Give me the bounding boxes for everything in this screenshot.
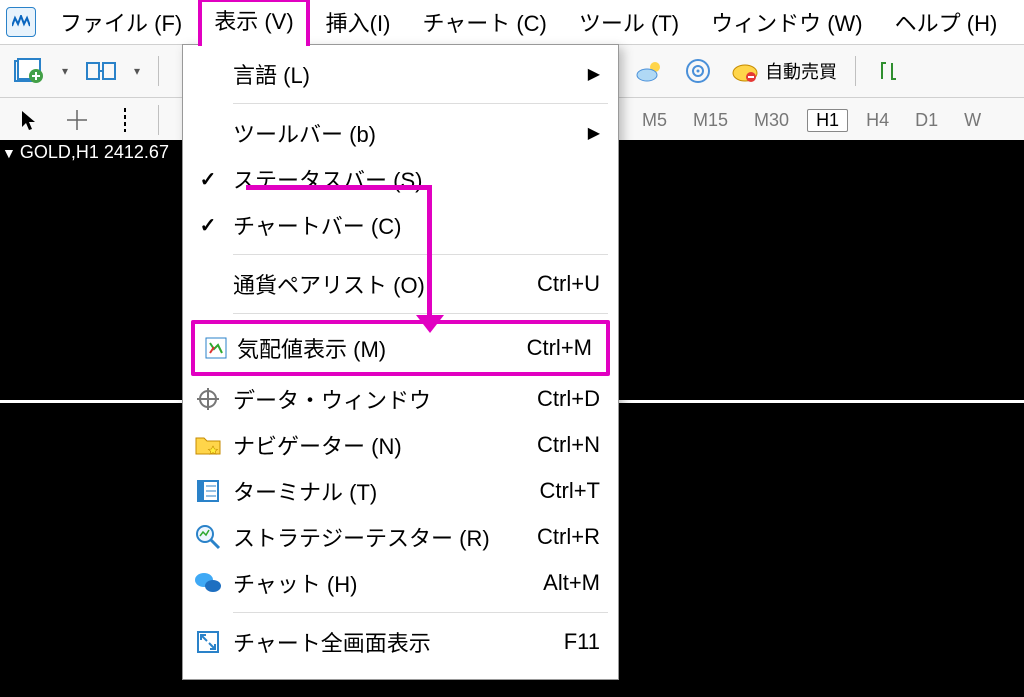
new-chart-dropdown-icon[interactable]: ▾ — [58, 64, 72, 78]
menu-item-fullscreen[interactable]: チャート全画面表示 F11 — [183, 619, 618, 665]
menu-item-chartbar[interactable]: チャートバー (C) — [183, 202, 618, 248]
autotrade-label: 自動売買 — [765, 58, 837, 84]
menu-item-label: ステータスバー (S) — [233, 163, 600, 195]
menu-item-toolbars[interactable]: ツールバー (b) ▶ — [183, 110, 618, 156]
autotrade-button[interactable]: 自動売買 — [727, 54, 841, 88]
menu-item-shortcut: Ctrl+T — [540, 478, 601, 504]
menu-item-terminal[interactable]: ターミナル (T) Ctrl+T — [183, 468, 618, 514]
profiles-dropdown-icon[interactable]: ▾ — [130, 64, 144, 78]
magnifier-chart-icon — [183, 524, 233, 550]
timeframe-d1[interactable]: D1 — [907, 110, 946, 131]
submenu-arrow-icon: ▶ — [582, 123, 600, 143]
menu-item-label: ターミナル (T) — [233, 475, 540, 507]
timeframe-m5[interactable]: M5 — [634, 110, 675, 131]
crosshair-icon — [183, 387, 233, 411]
fullscreen-icon — [183, 630, 233, 654]
crosshair-button[interactable] — [58, 103, 96, 137]
check-icon — [183, 213, 233, 238]
menu-item-label: チャート全画面表示 — [233, 626, 564, 658]
timeframe-w1[interactable]: W — [956, 110, 989, 131]
annotation-arrowhead-icon — [416, 315, 444, 333]
menu-help[interactable]: ヘルプ (H) — [879, 2, 1014, 42]
menu-item-label: データ・ウィンドウ — [233, 383, 537, 415]
menu-item-strategy-tester[interactable]: ストラテジーテスター (R) Ctrl+R — [183, 514, 618, 560]
menu-view[interactable]: 表示 (V) — [198, 0, 309, 46]
cursor-button[interactable] — [10, 103, 48, 137]
menu-item-label: ツールバー (b) — [233, 117, 582, 149]
timeframe-m30[interactable]: M30 — [746, 110, 797, 131]
menu-item-shortcut: F11 — [564, 629, 600, 655]
menu-item-market-watch[interactable]: 気配値表示 (M) Ctrl+M — [191, 320, 610, 376]
menu-item-statusbar[interactable]: ステータスバー (S) — [183, 156, 618, 202]
menu-item-label: ナビゲーター (N) — [233, 429, 537, 461]
main-menu-bar: ファイル (F) 表示 (V) 挿入(I) チャート (C) ツール (T) ウ… — [0, 0, 1024, 45]
speech-bubbles-icon — [183, 571, 233, 595]
menu-item-language[interactable]: 言語 (L) ▶ — [183, 51, 618, 97]
annotation-line — [246, 185, 432, 190]
menu-item-shortcut: Ctrl+N — [537, 432, 600, 458]
menu-item-shortcut: Alt+M — [543, 570, 600, 596]
vertical-line-button[interactable] — [106, 103, 144, 137]
menu-window[interactable]: ウィンドウ (W) — [695, 2, 879, 42]
timeframe-h1[interactable]: H1 — [807, 109, 848, 132]
menu-file[interactable]: ファイル (F) — [44, 2, 198, 42]
view-menu-dropdown: 言語 (L) ▶ ツールバー (b) ▶ ステータスバー (S) チャートバー … — [182, 44, 619, 680]
menu-item-shortcut: Ctrl+D — [537, 386, 600, 412]
menu-separator — [233, 254, 608, 255]
toolbar-separator — [855, 56, 856, 86]
menu-item-label: ストラテジーテスター (R) — [233, 521, 537, 553]
menu-item-navigator[interactable]: ナビゲーター (N) Ctrl+N — [183, 422, 618, 468]
toolbar-separator — [158, 105, 159, 135]
check-icon — [183, 167, 233, 192]
toolbar-separator — [158, 56, 159, 86]
folder-star-icon — [183, 434, 233, 456]
timeframe-m15[interactable]: M15 — [685, 110, 736, 131]
menu-item-label: チャット (H) — [233, 567, 543, 599]
market-watch-icon — [195, 337, 237, 359]
new-chart-button[interactable] — [10, 54, 48, 88]
menu-separator — [233, 313, 608, 314]
menu-tools[interactable]: ツール (T) — [563, 2, 695, 42]
step-icon[interactable] — [870, 54, 908, 88]
menu-item-label: 通貨ペアリスト (O) — [233, 268, 537, 300]
menu-separator — [233, 612, 608, 613]
menu-item-chat[interactable]: チャット (H) Alt+M — [183, 560, 618, 606]
annotation-line — [427, 185, 432, 317]
menu-item-label: 言語 (L) — [233, 58, 582, 90]
menu-item-symbols[interactable]: 通貨ペアリスト (O) Ctrl+U — [183, 261, 618, 307]
list-panel-icon — [183, 480, 233, 502]
collapse-triangle-icon[interactable]: ▼ — [2, 145, 16, 161]
target-icon[interactable] — [679, 54, 717, 88]
menu-item-data-window[interactable]: データ・ウィンドウ Ctrl+D — [183, 376, 618, 422]
menu-separator — [233, 103, 608, 104]
timeframe-h4[interactable]: H4 — [858, 110, 897, 131]
menu-item-label: チャートバー (C) — [233, 209, 600, 241]
menu-item-shortcut: Ctrl+R — [537, 524, 600, 550]
app-logo-icon — [6, 7, 36, 37]
cloud-sun-icon[interactable] — [631, 54, 669, 88]
menu-chart[interactable]: チャート (C) — [406, 2, 562, 42]
chart-symbol-text: GOLD,H1 2412.67 — [20, 142, 169, 163]
menu-item-label: 気配値表示 (M) — [237, 332, 527, 364]
submenu-arrow-icon: ▶ — [582, 64, 600, 84]
profiles-button[interactable] — [82, 54, 120, 88]
menu-insert[interactable]: 挿入(I) — [310, 2, 407, 42]
chart-symbol-label: ▼ GOLD,H1 2412.67 — [2, 142, 169, 163]
menu-item-shortcut: Ctrl+U — [537, 271, 600, 297]
menu-item-shortcut: Ctrl+M — [527, 335, 592, 361]
